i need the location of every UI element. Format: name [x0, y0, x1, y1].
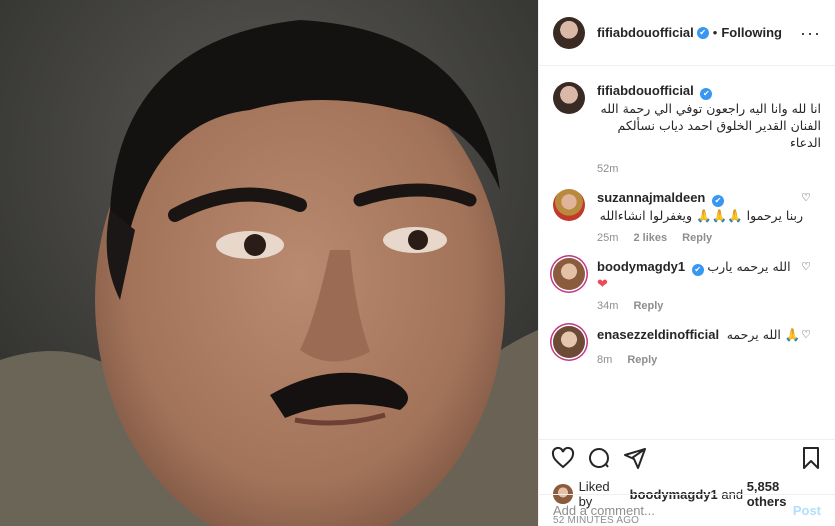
comments-list[interactable]: fifiabdouofficial ✔ انا لله وانا اليه را… — [539, 66, 835, 437]
caption-avatar[interactable] — [553, 82, 585, 114]
verified-icon: ✔ — [696, 26, 709, 39]
more-options-icon[interactable]: ··· — [800, 24, 821, 42]
reply-button[interactable]: Reply — [633, 300, 663, 312]
bookmark-icon[interactable] — [799, 446, 823, 470]
share-icon[interactable] — [623, 446, 647, 470]
following-button[interactable]: Following — [721, 25, 782, 40]
commenter-username[interactable]: enasezzeldinofficial — [597, 327, 719, 342]
add-comment-bar: Post — [539, 494, 835, 526]
author-username[interactable]: fifiabdouofficial — [597, 25, 694, 40]
post-header: fifiabdouofficial ✔ • Following ··· — [539, 0, 835, 66]
commenter-avatar[interactable] — [553, 258, 585, 290]
caption-time[interactable]: 52m — [597, 163, 618, 175]
comment-likes[interactable]: 2 likes — [633, 232, 667, 244]
comment-item: boodymagdy1 ✔ الله يرحمه يارب ❤ 34m Repl… — [553, 258, 821, 312]
verified-icon: ✔ — [691, 264, 704, 276]
reply-button[interactable]: Reply — [627, 354, 657, 366]
post-side-panel: fifiabdouofficial ✔ • Following ··· fifi… — [538, 0, 835, 526]
comment-time[interactable]: 25m — [597, 232, 618, 244]
comment-input[interactable] — [553, 503, 793, 518]
action-bar — [539, 439, 835, 475]
caption: fifiabdouofficial ✔ انا لله وانا اليه را… — [553, 82, 821, 175]
comment-text: الله يرحمه 🙏 — [726, 327, 801, 342]
comment-like-icon[interactable]: ♡ — [801, 328, 811, 341]
comment-like-icon[interactable]: ♡ — [801, 260, 811, 273]
red-heart-icon: ❤ — [597, 276, 608, 291]
comment-time[interactable]: 8m — [597, 354, 612, 366]
commenter-username[interactable]: boodymagdy1 — [597, 259, 685, 274]
portrait-image — [0, 0, 538, 526]
commenter-avatar[interactable] — [553, 189, 585, 221]
reply-button[interactable]: Reply — [682, 232, 712, 244]
comment-item: suzannajmaldeen ✔ ربنا يرحموا 🙏🙏🙏 ويغفرل… — [553, 189, 821, 244]
verified-icon: ✔ — [700, 88, 713, 100]
author-avatar[interactable] — [553, 16, 585, 49]
heart-icon[interactable] — [551, 446, 575, 470]
separator-dot: • — [712, 25, 718, 40]
commenter-username[interactable]: suzannajmaldeen — [597, 190, 705, 205]
post-photo[interactable] — [0, 0, 538, 526]
caption-text: انا لله وانا اليه راجعون توفي الي رحمة ا… — [600, 101, 822, 150]
instagram-post-view: fifiabdouofficial ✔ • Following ··· fifi… — [0, 0, 835, 526]
post-button[interactable]: Post — [793, 503, 821, 518]
caption-username[interactable]: fifiabdouofficial — [597, 83, 694, 98]
verified-icon: ✔ — [712, 195, 724, 207]
comment-text: الله يرحمه يارب — [707, 259, 791, 274]
comment-item: enasezzeldinofficial الله يرحمه 🙏 8m Rep… — [553, 326, 821, 366]
comment-icon[interactable] — [587, 446, 611, 470]
commenter-avatar[interactable] — [553, 326, 585, 358]
comment-time[interactable]: 34m — [597, 300, 618, 312]
comment-like-icon[interactable]: ♡ — [801, 191, 811, 204]
comment-text: ربنا يرحموا 🙏🙏🙏 ويغفرلوا انشاءالله — [599, 208, 803, 223]
